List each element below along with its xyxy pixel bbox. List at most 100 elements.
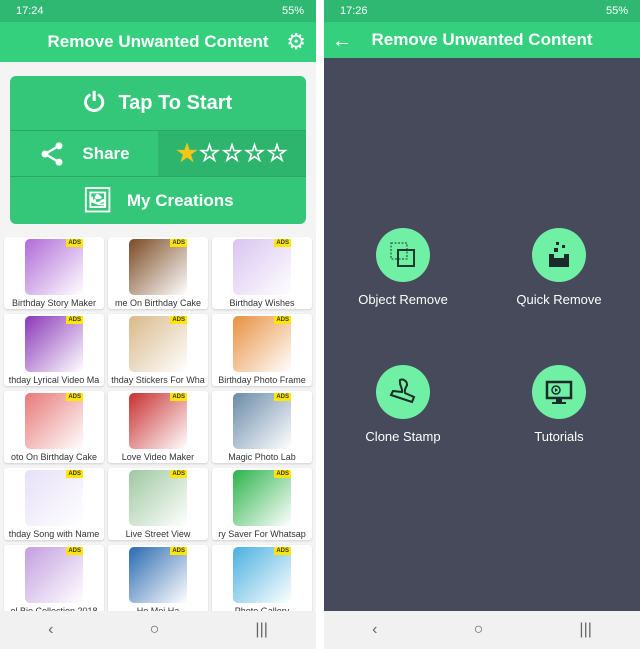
home-nav-button[interactable]: ○ — [474, 621, 484, 639]
app-ad-item[interactable]: ADS thday Lyrical Video Ma — [4, 314, 104, 386]
app-ad-item[interactable]: ADS Birthday Story Maker — [4, 237, 104, 309]
app-name: Love Video Maker — [121, 452, 195, 462]
app-ad-item[interactable]: ADS thday Stickers For Wha — [108, 314, 208, 386]
share-icon — [41, 141, 63, 166]
feature-label: Quick Remove — [516, 292, 602, 307]
ads-badge: ADS — [274, 239, 291, 247]
back-nav-button[interactable]: ‹ — [372, 621, 377, 639]
ads-badge: ADS — [66, 393, 83, 401]
main-actions-card: ⏻ Tap To Start Share ★ ☆ ☆ ☆ ☆ 🖼 My Creation… — [10, 76, 306, 224]
status-time: 17:26 — [340, 5, 368, 17]
app-thumbnail: ADS — [25, 316, 83, 372]
app-thumbnail: ADS — [129, 316, 187, 372]
gear-icon[interactable]: ⚙ — [286, 29, 306, 55]
app-ad-item[interactable]: ADSPhoto Gallery — [212, 545, 312, 617]
status-time: 17:24 — [16, 5, 44, 17]
app-thumbnail: ADS — [233, 316, 291, 372]
app-thumbnail: ADS — [129, 393, 187, 449]
quick-remove-button[interactable]: Quick Remove — [484, 228, 634, 307]
app-thumbnail: ADS — [233, 547, 291, 603]
ads-badge: ADS — [170, 470, 187, 478]
back-arrow-icon[interactable]: ← — [332, 30, 352, 53]
app-ad-item[interactable]: ADSol Bio Collection 2018 — [4, 545, 104, 617]
feature-label: Object Remove — [358, 292, 448, 307]
app-thumbnail: ADS — [233, 393, 291, 449]
app-name: Magic Photo Lab — [228, 452, 296, 462]
app-thumbnail: ADS — [25, 547, 83, 603]
app-ad-item[interactable]: ADS me On Birthday Cake — [108, 237, 208, 309]
gallery-icon: 🖼 — [82, 187, 113, 214]
app-thumbnail: ADS — [233, 239, 291, 295]
ads-badge: ADS — [274, 316, 291, 324]
clone-stamp-button[interactable]: Clone Stamp — [328, 365, 478, 444]
ads-badge: ADS — [66, 239, 83, 247]
ads-badge: ADS — [66, 316, 83, 324]
app-name: thday Lyrical Video Ma — [8, 375, 100, 385]
star-icon[interactable]: ★ — [176, 139, 198, 168]
monitor-video-icon — [532, 365, 586, 419]
app-bar: ← Remove Unwanted Content — [324, 22, 640, 58]
feature-label: Clone Stamp — [365, 429, 441, 444]
app-name: oto On Birthday Cake — [10, 452, 98, 462]
my-creations-label: My Creations — [126, 190, 234, 210]
tap-to-start-button[interactable]: ⏻ Tap To Start — [10, 76, 306, 130]
app-ads-grid: ADS Birthday Story Maker ADS me On Birthday… — [4, 237, 314, 617]
app-thumbnail: ADS — [129, 470, 187, 526]
system-nav-bar: ‹ ○ ||| — [324, 611, 640, 649]
recents-nav-button[interactable]: ||| — [255, 621, 267, 639]
app-thumbnail: ADS — [233, 470, 291, 526]
share-label: Share — [82, 143, 130, 163]
ads-badge: ADS — [170, 547, 187, 555]
star-icon[interactable]: ☆ — [199, 139, 221, 168]
my-creations-button[interactable]: 🖼 My Creations — [10, 177, 306, 224]
back-nav-button[interactable]: ‹ — [48, 621, 53, 639]
share-button[interactable]: Share — [10, 131, 158, 176]
app-ad-item[interactable]: ADSHo Moj Ha — [108, 545, 208, 617]
left-screen: 17:24 55% Remove Unwanted Content ⚙ ⏻ Ta… — [0, 0, 316, 649]
app-ad-item[interactable]: ADS ry Saver For Whatsap — [212, 468, 312, 540]
tap-to-start-label: Tap To Start — [118, 91, 233, 114]
ads-badge: ADS — [66, 547, 83, 555]
stamp-icon — [376, 365, 430, 419]
tutorials-button[interactable]: Tutorials — [484, 365, 634, 444]
app-name: Birthday Photo Frame — [218, 375, 306, 385]
app-ad-item[interactable]: ADS Birthday Wishes — [212, 237, 312, 309]
app-ad-item[interactable]: ADS Love Video Maker — [108, 391, 208, 463]
object-remove-button[interactable]: Object Remove — [328, 228, 478, 307]
ads-badge: ADS — [274, 393, 291, 401]
recents-nav-button[interactable]: ||| — [579, 621, 591, 639]
app-thumbnail: ADS — [25, 239, 83, 295]
app-name: Birthday Story Maker — [11, 298, 97, 308]
ads-badge: ADS — [66, 470, 83, 478]
status-bar: 17:26 55% — [324, 0, 640, 22]
app-ad-item[interactable]: ADS Magic Photo Lab — [212, 391, 312, 463]
star-icon[interactable]: ☆ — [244, 139, 266, 168]
ads-badge: ADS — [170, 239, 187, 247]
app-ad-item[interactable]: ADS oto On Birthday Cake — [4, 391, 104, 463]
app-thumbnail: ADS — [25, 470, 83, 526]
home-nav-button[interactable]: ○ — [150, 621, 160, 639]
system-nav-bar: ‹ ○ ||| — [0, 611, 316, 649]
rating-stars[interactable]: ★ ☆ ☆ ☆ ☆ — [158, 131, 306, 176]
app-title: Remove Unwanted Content — [47, 32, 269, 51]
app-ad-item[interactable]: ADS thday Song with Name — [4, 468, 104, 540]
star-icon[interactable]: ☆ — [266, 139, 288, 168]
overlapping-squares-icon — [376, 228, 430, 282]
app-ad-item[interactable]: ADS Birthday Photo Frame — [212, 314, 312, 386]
app-ad-item[interactable]: ADS Live Street View — [108, 468, 208, 540]
app-name: thday Song with Name — [8, 529, 100, 539]
app-name: ry Saver For Whatsap — [218, 529, 306, 539]
ads-badge: ADS — [170, 316, 187, 324]
app-thumbnail: ADS — [129, 547, 187, 603]
app-name: Birthday Wishes — [229, 298, 295, 308]
power-icon: ⏻ — [83, 87, 105, 117]
star-icon[interactable]: ☆ — [221, 139, 243, 168]
battery-level: 55% — [281, 5, 304, 17]
eraser-bucket-icon — [532, 228, 586, 282]
app-title: Remove Unwanted Content — [371, 30, 593, 49]
status-bar: 17:24 55% — [0, 0, 316, 22]
app-name: Live Street View — [125, 529, 191, 539]
app-thumbnail: ADS — [129, 239, 187, 295]
battery-level: 55% — [605, 5, 628, 17]
app-name: me On Birthday Cake — [114, 298, 202, 308]
